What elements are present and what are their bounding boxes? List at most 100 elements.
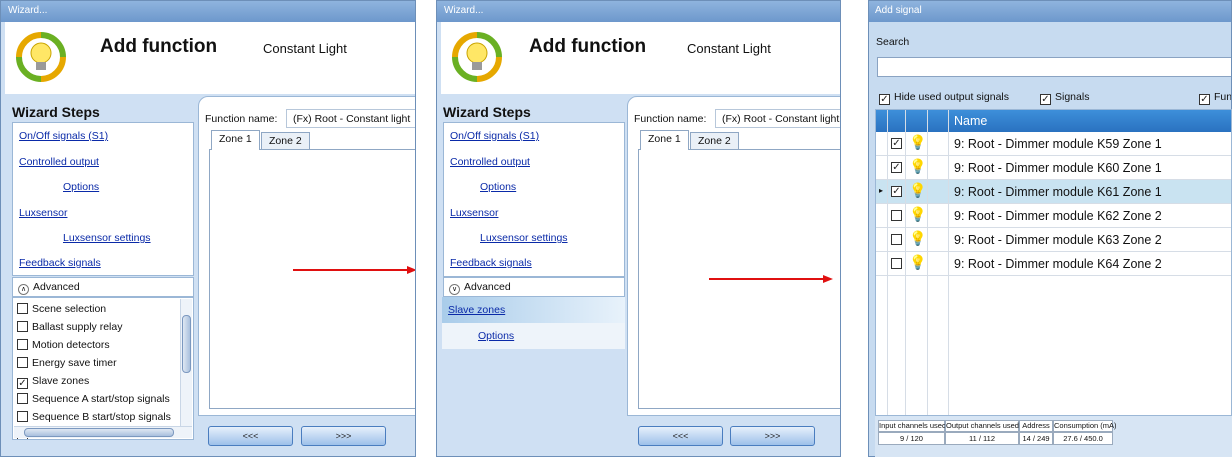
- tab-zone-2[interactable]: Zone 2: [261, 132, 310, 150]
- checkbox[interactable]: [17, 339, 28, 350]
- header-title: Add function: [529, 36, 647, 57]
- column-divider: [887, 110, 888, 415]
- option-label: Sequence A start/stop signals: [32, 393, 170, 405]
- option-sequence-b[interactable]: Sequence B start/stop signals: [17, 411, 171, 423]
- step-onoff-signals[interactable]: On/Off signals (S1): [19, 130, 108, 142]
- step-controlled-output[interactable]: Controlled output: [450, 156, 530, 168]
- next-button[interactable]: >>>: [301, 426, 386, 446]
- filter-functions[interactable]: ✓ Fun: [1199, 91, 1231, 105]
- function-name-input[interactable]: (Fx) Root - Constant light: [286, 109, 415, 128]
- table-row[interactable]: 💡 9: Root - Dimmer module K64 Zone 2: [876, 252, 1231, 276]
- step-feedback-signals[interactable]: Feedback signals: [450, 257, 532, 269]
- output-channels-value: 11 / 112: [945, 432, 1019, 445]
- filter-label: Signals: [1055, 91, 1090, 103]
- scroll-thumb[interactable]: [24, 428, 174, 437]
- filter-hide-used[interactable]: ✓ Hide used output signals: [879, 91, 1009, 105]
- search-input[interactable]: [877, 57, 1231, 77]
- step-luxsensor[interactable]: Luxsensor: [450, 207, 498, 219]
- option-label: Slave zones: [32, 375, 90, 387]
- checkbox[interactable]: [17, 303, 28, 314]
- previous-button[interactable]: <<<: [208, 426, 293, 446]
- checkbox[interactable]: [17, 411, 28, 422]
- checkbox-checked[interactable]: ✓: [891, 138, 902, 149]
- consumption-header: Consumption (mA): [1053, 420, 1117, 432]
- column-divider: [948, 110, 949, 415]
- red-arrow-icon: [293, 266, 415, 274]
- vertical-scrollbar[interactable]: [180, 299, 192, 426]
- checkbox[interactable]: [891, 234, 902, 245]
- step-feedback-signals[interactable]: Feedback signals: [19, 257, 101, 269]
- signal-name: 9: Root - Dimmer module K61 Zone 1: [954, 185, 1162, 199]
- option-energy-save-timer[interactable]: Energy save timer: [17, 357, 117, 369]
- wizard-window-2: Wizard... Add function Constant Light Wi…: [436, 0, 841, 457]
- wizard-steps-title: Wizard Steps: [443, 104, 531, 120]
- window-title: Wizard...: [437, 1, 840, 22]
- search-label: Search: [876, 36, 910, 48]
- column-name-header[interactable]: Name: [954, 114, 987, 128]
- checkbox[interactable]: [17, 357, 28, 368]
- grid-header: Name: [876, 110, 1231, 132]
- checkbox[interactable]: [17, 393, 28, 404]
- step-luxsensor-settings[interactable]: Luxsensor settings: [63, 232, 151, 244]
- light-bulb-icon: 💡: [909, 206, 927, 222]
- checkbox[interactable]: [891, 210, 902, 221]
- checkbox-checked[interactable]: ✓: [891, 162, 902, 173]
- step-options[interactable]: Options: [480, 181, 516, 193]
- checkbox-checked[interactable]: ✓: [879, 94, 890, 105]
- constant-light-bulb-icon: [16, 32, 66, 82]
- option-ballast-supply-relay[interactable]: Ballast supply relay: [17, 321, 122, 333]
- checkbox-checked[interactable]: ✓: [17, 378, 28, 389]
- option-label: Motion detectors: [32, 339, 110, 351]
- step-slave-zones[interactable]: Slave zones: [442, 297, 625, 323]
- table-row[interactable]: ✓ 💡 9: Root - Dimmer module K60 Zone 1: [876, 156, 1231, 180]
- option-sequence-a[interactable]: Sequence A start/stop signals: [17, 393, 170, 405]
- function-name-label: Function name:: [205, 113, 278, 125]
- option-scene-selection[interactable]: Scene selection: [17, 303, 106, 315]
- step-luxsensor[interactable]: Luxsensor: [19, 207, 67, 219]
- table-row[interactable]: 💡 9: Root - Dimmer module K63 Zone 2: [876, 228, 1231, 252]
- filter-label: Hide used output signals: [894, 91, 1009, 103]
- option-motion-detectors[interactable]: Motion detectors: [17, 339, 110, 351]
- step-luxsensor-settings[interactable]: Luxsensor settings: [480, 232, 568, 244]
- table-row[interactable]: ✓ 💡 9: Root - Dimmer module K59 Zone 1: [876, 132, 1231, 156]
- checkbox[interactable]: [891, 258, 902, 269]
- advanced-toggle[interactable]: ∨ Advanced: [443, 277, 625, 297]
- wizard-window-1: Wizard... Add function Constant Light Wi…: [0, 0, 416, 457]
- step-onoff-signals[interactable]: On/Off signals (S1): [450, 130, 539, 142]
- checkbox[interactable]: [17, 321, 28, 332]
- signal-name: 9: Root - Dimmer module K63 Zone 2: [954, 233, 1162, 247]
- checkbox-checked[interactable]: ✓: [1040, 94, 1051, 105]
- table-row-selected[interactable]: ▸ ✓ 💡 9: Root - Dimmer module K61 Zone 1: [876, 180, 1231, 204]
- checkbox-checked[interactable]: ✓: [891, 186, 902, 197]
- previous-button[interactable]: <<<: [638, 426, 723, 446]
- window-title: Wizard...: [1, 1, 415, 22]
- horizontal-scrollbar[interactable]: [14, 426, 192, 438]
- option-label: Scene selection: [32, 303, 107, 315]
- wizard-steps-list: On/Off signals (S1) Controlled output Op…: [12, 122, 194, 276]
- address-header: Address: [1019, 420, 1053, 432]
- tab-zone-1[interactable]: Zone 1: [211, 130, 260, 150]
- table-row[interactable]: 💡 9: Root - Dimmer module K62 Zone 2: [876, 204, 1231, 228]
- constant-light-bulb-icon: [452, 32, 502, 82]
- signal-name: 9: Root - Dimmer module K64 Zone 2: [954, 257, 1162, 271]
- next-button[interactable]: >>>: [730, 426, 815, 446]
- consumption-value: 27.6 / 450.0: [1053, 432, 1113, 445]
- tab-zone-2[interactable]: Zone 2: [690, 132, 739, 150]
- address-value: 14 / 249: [1019, 432, 1053, 445]
- light-bulb-icon: 💡: [909, 134, 927, 150]
- function-panel: Function name: (Fx) Root - Constant ligh…: [627, 96, 840, 416]
- signal-name: 9: Root - Dimmer module K62 Zone 2: [954, 209, 1162, 223]
- filter-signals[interactable]: ✓ Signals: [1040, 91, 1089, 105]
- checkbox-checked[interactable]: ✓: [1199, 94, 1210, 105]
- step-controlled-output[interactable]: Controlled output: [19, 156, 99, 168]
- chevron-up-icon: ∧: [18, 284, 29, 295]
- advanced-toggle[interactable]: ∧ Advanced: [12, 277, 194, 297]
- step-slave-options[interactable]: Options: [442, 323, 625, 349]
- wizard-header: Add function Constant Light: [441, 22, 840, 94]
- step-options[interactable]: Options: [63, 181, 99, 193]
- function-name-input[interactable]: (Fx) Root - Constant light: [715, 109, 840, 128]
- tab-zone-1[interactable]: Zone 1: [640, 130, 689, 150]
- scroll-thumb[interactable]: [182, 315, 191, 373]
- column-divider: [905, 110, 906, 415]
- option-slave-zones[interactable]: ✓ Slave zones: [17, 375, 89, 389]
